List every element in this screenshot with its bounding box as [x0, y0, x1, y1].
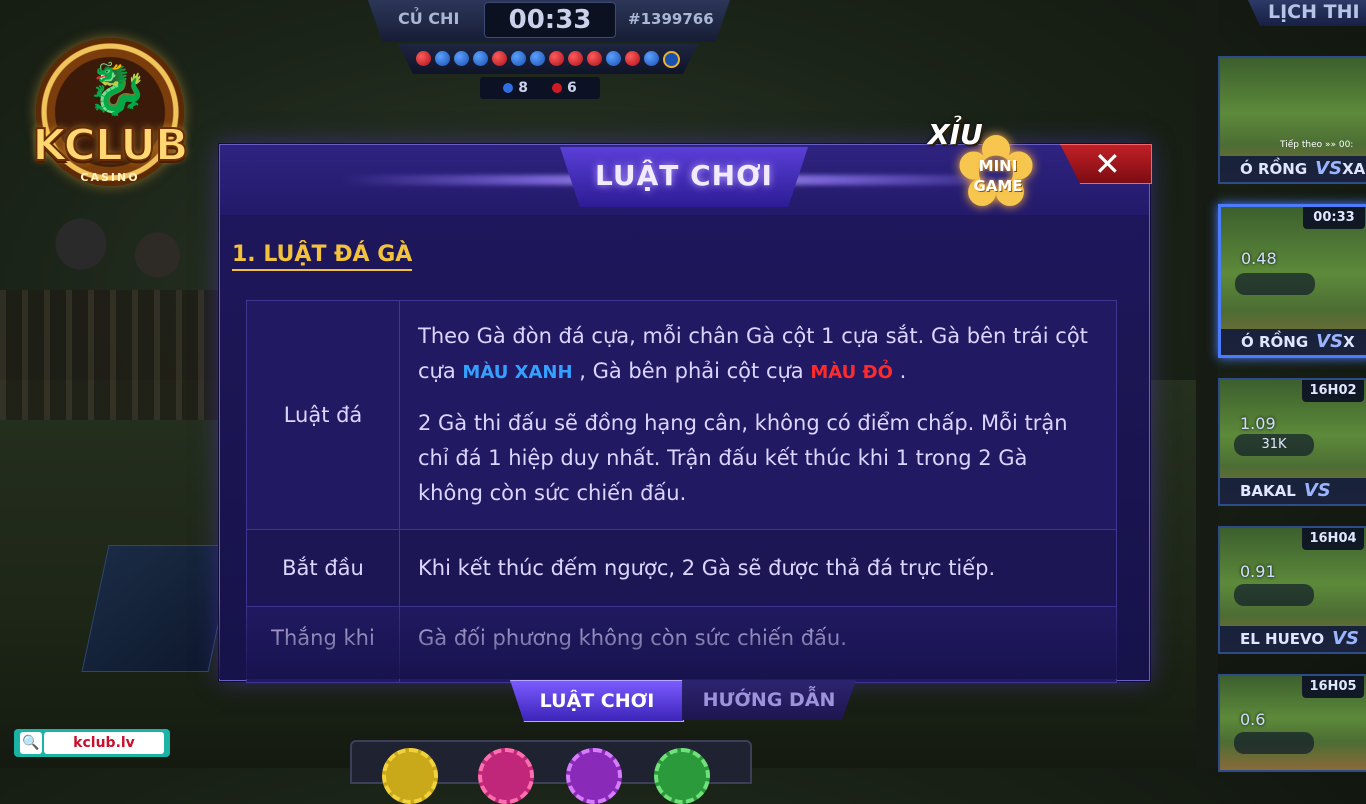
history-dot-red — [568, 51, 583, 66]
site-url: kclub.lv — [44, 732, 164, 754]
rule-label: Bắt đầu — [246, 529, 400, 607]
card-fighter-name: EL HUEVO — [1240, 630, 1325, 648]
close-icon[interactable]: ✕ — [1094, 145, 1121, 183]
card-fighter-name: Ó RỒNG — [1240, 160, 1308, 178]
vs-label: VS — [1316, 331, 1344, 352]
rule-text: Theo Gà đòn đá cựa, mỗi chân Gà cột 1 cự… — [399, 300, 1117, 530]
chip-yellow[interactable] — [382, 748, 438, 804]
minigame-xiu: XỈU — [928, 118, 983, 151]
history-dot-blue — [663, 51, 680, 68]
match-id: #1399766 — [628, 10, 714, 28]
card-odds-box — [1234, 732, 1314, 754]
minigame-line2: GAME — [973, 177, 1023, 195]
card-matchup: Ó RỒNG VSXA — [1220, 156, 1366, 182]
red-count: 6 — [552, 80, 577, 96]
card-odds: 1.09 — [1240, 414, 1276, 433]
rule-paragraph-1: Theo Gà đòn đá cựa, mỗi chân Gà cột 1 cự… — [418, 319, 1098, 390]
history-dot-blue — [606, 51, 621, 66]
history-dot-red — [492, 51, 507, 66]
history-dot-blue — [454, 51, 469, 66]
rule-row-start: Bắt đầu Khi kết thúc đếm ngược, 2 Gà sẽ … — [246, 529, 1117, 607]
dragon-icon: 🐉 — [86, 60, 149, 118]
history-dot-blue — [473, 51, 488, 66]
rules-table: Luật đá Theo Gà đòn đá cựa, mỗi chân Gà … — [246, 300, 1117, 683]
card-next-label: Tiếp theo »» 00: — [1280, 140, 1354, 150]
rule-text: Khi kết thúc đếm ngược, 2 Gà sẽ được thả… — [399, 529, 1117, 607]
history-dot-blue — [511, 51, 526, 66]
card-fighter-name: Ó RỒNG — [1241, 333, 1309, 351]
red-dot-icon — [552, 83, 562, 93]
chip-green[interactable] — [654, 748, 710, 804]
schedule-card[interactable]: 16H05 0.6 — [1218, 674, 1366, 772]
minigame-line1: MINI — [978, 157, 1018, 175]
card-time: 16H05 — [1302, 676, 1364, 698]
red-spur-label: MÀU ĐỎ — [810, 362, 893, 383]
card-odds-box — [1235, 273, 1315, 295]
history-dot-red — [625, 51, 640, 66]
card-odds-box — [1234, 584, 1314, 606]
spectators-background — [30, 200, 200, 310]
tab-guide[interactable]: HƯỚNG DẪN — [682, 680, 856, 720]
history-dot-red — [416, 51, 431, 66]
rule-row-win: Thắng khi Gà đối phương không còn sức ch… — [246, 606, 1117, 683]
red-count-value: 6 — [567, 80, 577, 96]
history-dot-red — [549, 51, 564, 66]
logo-subtext: CASINO — [80, 171, 140, 184]
schedule-card[interactable]: 16H02 1.09 31K BAKAL VS — [1218, 378, 1366, 506]
schedule-card[interactable]: 16H04 0.91 EL HUEVO VS — [1218, 526, 1366, 654]
card-matchup: Ó RỒNG VSX — [1221, 329, 1366, 355]
minigame-button[interactable]: ✿ XỈU MINI GAME — [928, 118, 1056, 230]
rule-label: Luật đá — [246, 300, 400, 530]
rule-label: Thắng khi — [246, 606, 400, 683]
modal-title: LUẬT CHƠI — [595, 159, 773, 192]
schedule-card[interactable]: Tiếp theo »» 00: Ó RỒNG VSXA — [1218, 56, 1366, 184]
blue-count-value: 8 — [518, 80, 528, 96]
card-time: 00:33 — [1303, 207, 1365, 229]
history-dot-blue — [644, 51, 659, 66]
card-odds: 0.48 — [1241, 249, 1277, 268]
rule-text-part: . — [899, 359, 907, 383]
card-time: 16H02 — [1302, 380, 1364, 402]
card-odds: 0.91 — [1240, 562, 1276, 581]
vs-label: VS — [1332, 628, 1360, 649]
vs-label: VS — [1303, 480, 1331, 501]
result-counts: 8 6 — [480, 77, 600, 99]
vs-label: VS — [1315, 158, 1343, 179]
card-stake: 31K — [1234, 434, 1314, 456]
history-dot-blue — [435, 51, 450, 66]
card-fighter-name: BAKAL — [1240, 482, 1296, 500]
match-timer: 00:33 — [484, 2, 616, 38]
rule-paragraph-2: 2 Gà thi đấu sẽ đồng hạng cân, không có … — [418, 411, 1068, 505]
blue-dot-icon — [503, 83, 514, 93]
betting-panel-background — [81, 545, 236, 672]
history-dot-red — [587, 51, 602, 66]
card-odds: 0.6 — [1240, 710, 1266, 729]
result-history — [416, 51, 680, 68]
search-icon: 🔍 — [20, 732, 42, 754]
logo-text: KCLUB — [31, 119, 189, 172]
kclub-logo: 🐉 KCLUB CASINO — [28, 38, 192, 198]
history-dot-blue — [530, 51, 545, 66]
card-matchup: EL HUEVO VS — [1220, 626, 1366, 652]
modal-tabs: LUẬT CHƠI HƯỚNG DẪN — [510, 680, 856, 722]
tab-rules[interactable]: LUẬT CHƠI — [510, 680, 684, 722]
match-location: CỦ CHI — [398, 9, 460, 28]
rule-row-fight: Luật đá Theo Gà đòn đá cựa, mỗi chân Gà … — [246, 300, 1117, 530]
card-opponent-name: XA — [1342, 160, 1366, 178]
card-time: 16H04 — [1302, 528, 1364, 550]
schedule-card-active[interactable]: 00:33 0.48 Ó RỒNG VSX — [1218, 204, 1366, 358]
chip-purple[interactable] — [566, 748, 622, 804]
chip-pink[interactable] — [478, 748, 534, 804]
blue-count: 8 — [503, 80, 528, 96]
right-divider — [1196, 0, 1218, 768]
section-title: 1. LUẬT ĐÁ GÀ — [232, 242, 413, 271]
rule-text: Gà đối phương không còn sức chiến đấu. — [399, 606, 1117, 683]
card-matchup: BAKAL VS — [1220, 478, 1366, 504]
blue-spur-label: MÀU XANH — [462, 362, 573, 383]
schedule-title: LỊCH THI Đ — [1248, 0, 1366, 26]
minigame-label: MINI GAME — [966, 156, 1030, 196]
card-opponent-name: X — [1343, 333, 1355, 351]
rule-text-part: , Gà bên phải cột cựa — [579, 359, 804, 383]
